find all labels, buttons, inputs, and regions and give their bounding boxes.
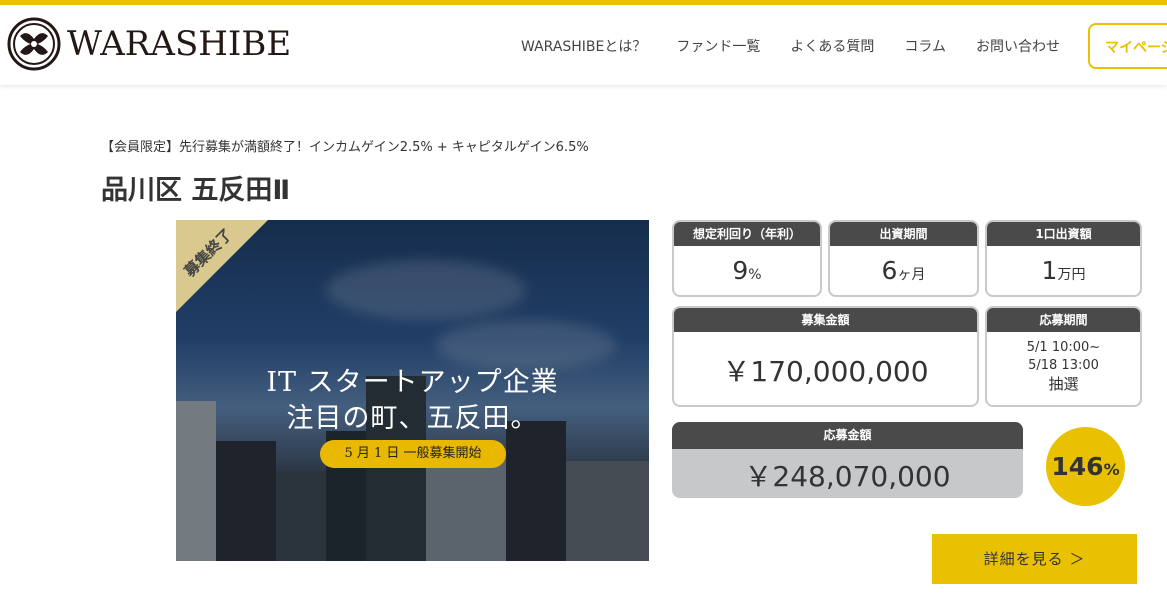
applied-ratio-value: 146 <box>1051 452 1104 481</box>
applied-amount-value: ￥248,070,000 <box>744 460 951 493</box>
application-period-end: 5/18 13:00 <box>1028 358 1099 373</box>
view-detail-button[interactable]: 詳細を見る ＞ <box>932 534 1137 584</box>
applied-amount-label: 応募金額 <box>672 422 1023 449</box>
yield-unit: % <box>748 267 762 283</box>
period-box: 出資期間 6ヶ月 <box>828 220 979 297</box>
nav-faq[interactable]: よくある質問 <box>790 36 874 56</box>
fund-title: 品川区 五反田Ⅱ <box>101 175 291 206</box>
applied-ratio-unit: % <box>1103 460 1120 479</box>
application-period-box: 応募期間 5/1 10:00~ 5/18 13:00 抽選 <box>985 306 1142 407</box>
fund-hero-image[interactable]: 募集終了 IT スタートアップ企業 注目の町、五反田。 5 月 1 日 一般募集… <box>176 220 649 561</box>
nav-fund-list[interactable]: ファンド一覧 <box>676 36 760 56</box>
period-value: 6 <box>881 256 898 285</box>
yield-box: 想定利回り（年利） 9% <box>672 220 822 297</box>
application-period-label: 応募期間 <box>987 308 1140 332</box>
mypage-button[interactable]: マイページ <box>1088 23 1167 69</box>
applied-ratio-badge: 146% <box>1046 427 1125 506</box>
nav-contact[interactable]: お問い合わせ <box>976 36 1060 56</box>
unit-amount-value: 1 <box>1041 256 1058 285</box>
period-label: 出資期間 <box>830 222 977 246</box>
unit-amount-unit: 万円 <box>1057 267 1086 283</box>
raise-amount-box: 募集金額 ￥170,000,000 <box>672 306 979 407</box>
yield-label: 想定利回り（年利） <box>674 222 820 246</box>
application-method: 抽選 <box>1048 375 1079 393</box>
main-nav: WARASHIBEとは？ ファンド一覧 よくある質問 コラム お問い合わせ <box>521 36 1060 56</box>
unit-amount-box: 1口出資額 1万円 <box>985 220 1142 297</box>
application-period-start: 5/1 10:00~ <box>1026 340 1101 355</box>
raise-amount-label: 募集金額 <box>674 308 977 332</box>
yield-value: 9 <box>732 256 749 285</box>
nav-about[interactable]: WARASHIBEとは？ <box>521 36 646 56</box>
raise-amount-value: ￥170,000,000 <box>722 355 929 388</box>
hero-headline-1: IT スタートアップ企業 <box>266 367 559 398</box>
hero-general-start-pill: 5 月 1 日 一般募集開始 <box>320 440 506 468</box>
brand-logo[interactable]: WARASHIBE <box>7 16 317 72</box>
period-unit: ヶ月 <box>897 267 926 283</box>
unit-amount-label: 1口出資額 <box>987 222 1140 246</box>
logo-icon <box>7 17 61 71</box>
nav-column[interactable]: コラム <box>904 36 946 56</box>
site-header: WARASHIBE WARASHIBEとは？ ファンド一覧 よくある質問 コラム… <box>0 5 1167 85</box>
fund-subtitle: 【会員限定】先行募集が満額終了！インカムゲイン2.5% + キャピタルゲイン6.… <box>101 140 589 155</box>
brand-name: WARASHIBE <box>67 24 292 64</box>
hero-headline-2: 注目の町、五反田。 <box>286 403 539 434</box>
applied-amount-box: 応募金額 ￥248,070,000 <box>672 422 1023 498</box>
